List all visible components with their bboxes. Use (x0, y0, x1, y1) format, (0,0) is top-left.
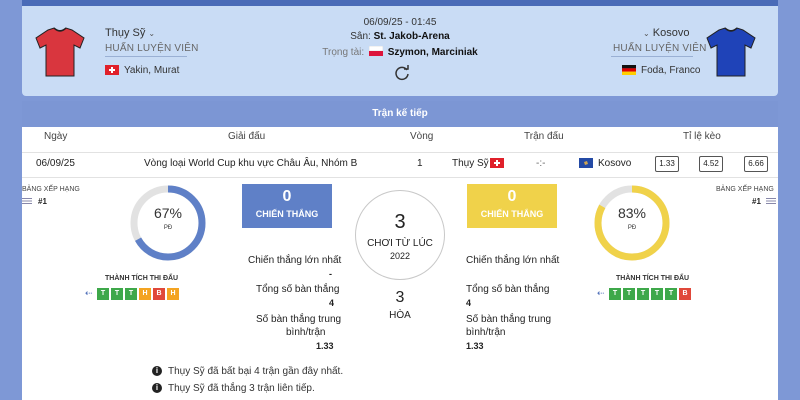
total-goals-label-right: Tổng số bàn thắng (466, 284, 550, 295)
next-match-score: -:- (536, 158, 546, 169)
form-result-badge[interactable]: T (637, 288, 649, 300)
form-result-badge[interactable]: T (651, 288, 663, 300)
away-wins-box: 0 CHIẾN THẮNG (467, 184, 557, 228)
odds-draw[interactable]: 4.52 (699, 156, 723, 172)
next-match-round: 1 (417, 158, 423, 169)
form-result-badge[interactable]: B (153, 288, 165, 300)
form-result-badge[interactable]: H (139, 288, 151, 300)
main-panel: Trận kế tiếp Ngày Giải đấu Vòng Trận đấu… (22, 101, 778, 400)
switzerland-flag-icon (490, 158, 504, 168)
away-coach-label: HUẤN LUYỆN VIÊN (613, 43, 707, 54)
home-performance-label: THÀNH TÍCH THI ĐẤU (105, 275, 179, 282)
form-result-badge[interactable]: T (111, 288, 123, 300)
info-icon: i (152, 366, 162, 377)
avg-goals-label: Số bàn thắng trung (256, 314, 342, 325)
home-wins-label: CHIẾN THẮNG (255, 209, 319, 219)
home-avg-goals: 1.33 (316, 341, 334, 351)
refresh-icon[interactable] (393, 64, 411, 82)
draws-label: HÒA (389, 310, 411, 321)
form-result-badge[interactable]: T (125, 288, 137, 300)
divider (611, 56, 693, 57)
home-pd-label: PĐ (163, 225, 173, 231)
away-coach-name[interactable]: Foda, Franco (641, 65, 700, 76)
chevron-down-icon[interactable]: ⌄ (643, 29, 650, 38)
played-count: 3 (394, 211, 406, 233)
form-result-badge[interactable]: B (679, 288, 691, 300)
germany-flag-icon (622, 65, 636, 75)
note-item: i Thụy Sỹ đã thắng 3 trận liên tiếp. (152, 383, 315, 394)
form-result-badge[interactable]: T (623, 288, 635, 300)
home-wins-box: 0 CHIẾN THẮNG (242, 184, 332, 228)
avg-goals-label-right: Số bàn thắng trung (466, 314, 552, 325)
kosovo-flag-icon (579, 158, 593, 168)
form-result-badge[interactable]: T (665, 288, 677, 300)
match-header: Thụy Sỹ ⌄ HUẤN LUYỆN VIÊN Yakin, Murat 0… (22, 6, 778, 96)
list-icon (22, 198, 32, 204)
avg-goals-label-right-2: bình/trận (466, 327, 506, 338)
arrow-left-icon: ⇠ (85, 288, 93, 298)
home-wins-value: 0 (282, 188, 292, 205)
divider (22, 177, 778, 178)
odds-away[interactable]: 6.66 (744, 156, 768, 172)
col-header-date: Ngày (44, 131, 68, 142)
col-header-competition: Giải đấu (228, 131, 266, 142)
list-icon (766, 198, 776, 204)
away-wins-label: CHIẾN THẮNG (480, 209, 544, 219)
away-win-percent: 83% (617, 205, 647, 221)
away-rank-value: #1 (752, 197, 761, 206)
away-team-name[interactable]: ⌄ Kosovo (643, 27, 689, 39)
divider (22, 152, 778, 153)
form-result-badge[interactable]: T (97, 288, 109, 300)
draws-count: 3 (395, 289, 405, 306)
biggest-win-label: Chiến thắng lớn nhất (248, 255, 342, 266)
poland-flag-icon (368, 45, 384, 56)
odds-home[interactable]: 1.33 (655, 156, 679, 172)
away-performance-label: THÀNH TÍCH THI ĐẤU (616, 275, 690, 282)
home-rank-value: #1 (38, 197, 47, 206)
col-header-match: Trận đấu (524, 131, 564, 142)
next-match-competition[interactable]: Vòng loại World Cup khu vực Châu Âu, Nhó… (144, 158, 357, 169)
info-icon: i (152, 383, 162, 394)
form-result-badge[interactable]: H (167, 288, 179, 300)
note-item: i Thụy Sỹ đã bất bại 4 trận gần đây nhất. (152, 366, 343, 377)
away-avg-goals: 1.33 (466, 341, 484, 351)
away-win-percent-gauge: 83% PĐ (592, 183, 672, 263)
away-jersey-icon (706, 27, 756, 77)
away-total-goals: 4 (466, 298, 472, 308)
next-match-home[interactable]: Thụy Sỹ (452, 158, 489, 169)
home-biggest-win: - (329, 269, 332, 279)
next-match-away[interactable]: Kosovo (598, 158, 631, 169)
home-win-percent-gauge: 67% PĐ (128, 183, 208, 263)
home-win-percent: 67% (153, 205, 183, 221)
next-match-date: 06/09/25 (36, 158, 75, 169)
home-total-goals: 4 (329, 298, 335, 308)
col-header-odds: Tỉ lệ kèo (683, 131, 721, 142)
head-to-head-circle (355, 190, 445, 280)
played-since-label: CHƠI TỪ LÚC (367, 238, 433, 249)
played-since-year: 2022 (389, 251, 411, 261)
away-rank-label: BẢNG XẾP HẠNG (716, 186, 774, 193)
switzerland-flag-icon (105, 65, 119, 75)
arrow-left-icon: ⇠ (597, 288, 605, 298)
away-wins-value: 0 (507, 188, 517, 205)
avg-goals-label-2: bình/trận (286, 327, 326, 338)
total-goals-label: Tổng số bàn thắng (256, 284, 340, 295)
biggest-win-label-right: Chiến thắng lớn nhất (466, 255, 560, 266)
home-coach-name[interactable]: Yakin, Murat (124, 65, 179, 76)
home-rank-label: BẢNG XẾP HẠNG (22, 186, 80, 193)
col-header-round: Vòng (410, 131, 434, 142)
form-result-badge[interactable]: T (609, 288, 621, 300)
away-pd-label: PĐ (627, 225, 637, 231)
next-match-title: Trận kế tiếp (22, 101, 778, 127)
